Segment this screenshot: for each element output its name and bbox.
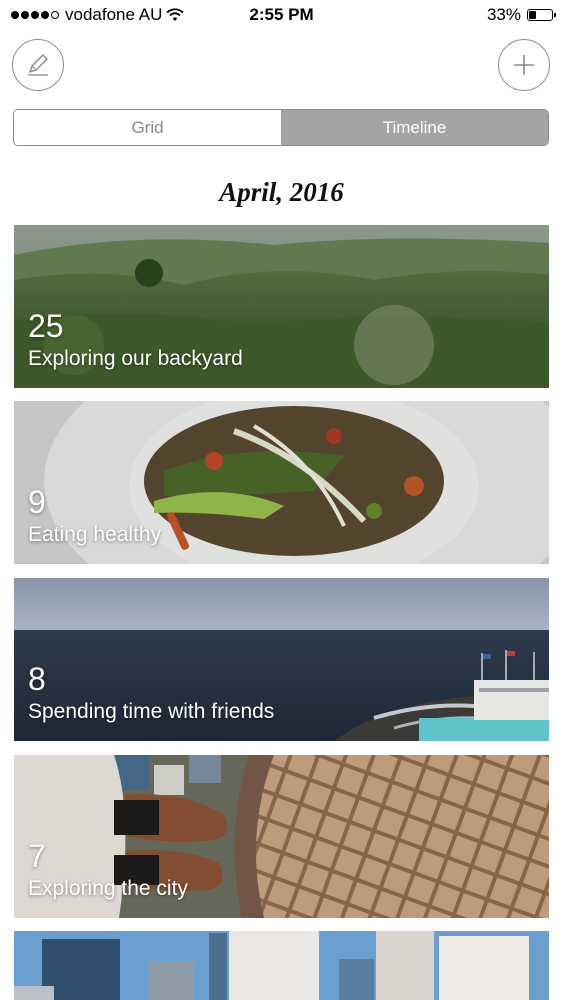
timeline-entry-card[interactable]: 25 Exploring our backyard: [14, 225, 549, 388]
entry-day: 8: [28, 661, 46, 697]
entry-day: 9: [28, 484, 46, 520]
entry-title: Spending time with friends: [28, 700, 275, 723]
timeline-entry-card[interactable]: 7 Exploring the city: [14, 755, 549, 918]
tab-grid[interactable]: Grid: [14, 110, 281, 145]
month-title: April, 2016: [219, 177, 344, 207]
entry-title: Exploring the city: [28, 877, 188, 900]
pencil-icon: [28, 54, 48, 76]
view-mode-segmented-control: Grid Timeline: [13, 109, 549, 146]
edit-button[interactable]: [12, 39, 64, 91]
add-button[interactable]: [498, 39, 550, 91]
timeline-entry-card[interactable]: [14, 931, 549, 1000]
plus-icon: [514, 55, 534, 75]
battery-group: 33%: [486, 5, 556, 25]
entry-photo-skyline: [14, 931, 549, 1000]
tab-timeline[interactable]: Timeline: [281, 110, 548, 145]
status-bar: vodafone AU 2:55 PM 33%: [0, 0, 563, 30]
entry-title: Exploring our backyard: [28, 347, 243, 370]
entry-day: 25: [28, 308, 64, 344]
battery-percent: 33%: [486, 5, 521, 24]
battery-icon: [527, 9, 556, 21]
clock: 2:55 PM: [249, 5, 314, 24]
timeline-entry-card[interactable]: 8 Spending time with friends: [14, 578, 549, 741]
entry-title: Eating healthy: [28, 523, 162, 546]
entry-day: 7: [28, 838, 46, 874]
timeline-entry-card[interactable]: 9 Eating healthy: [14, 401, 549, 564]
